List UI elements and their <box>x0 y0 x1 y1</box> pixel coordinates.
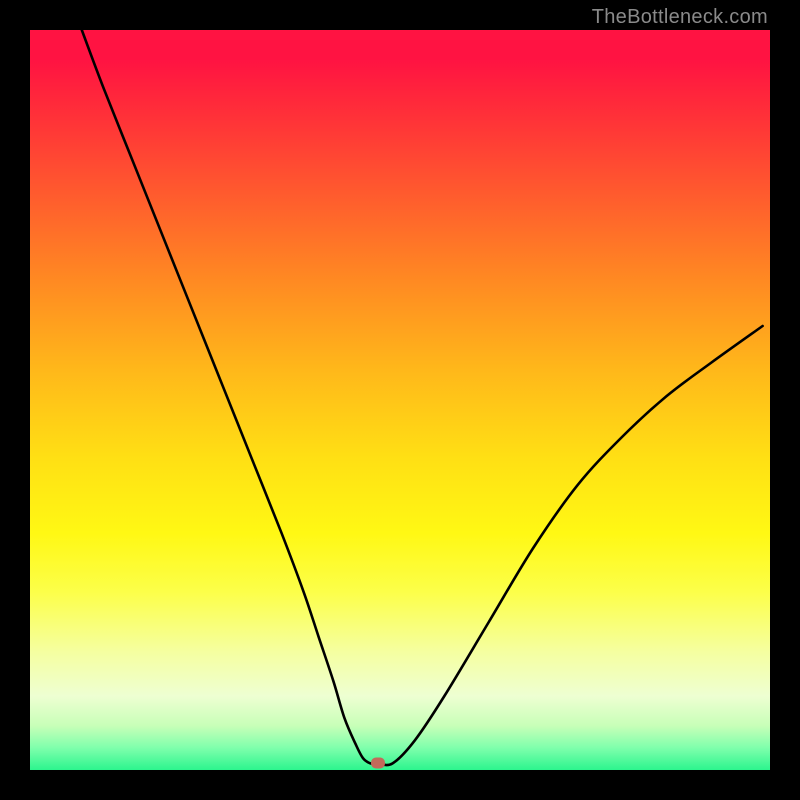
chart-frame: TheBottleneck.com <box>0 0 800 800</box>
bottleneck-curve <box>30 30 770 770</box>
watermark-text: TheBottleneck.com <box>592 6 768 29</box>
plot-area <box>30 30 770 770</box>
optimal-point-marker <box>371 758 385 769</box>
